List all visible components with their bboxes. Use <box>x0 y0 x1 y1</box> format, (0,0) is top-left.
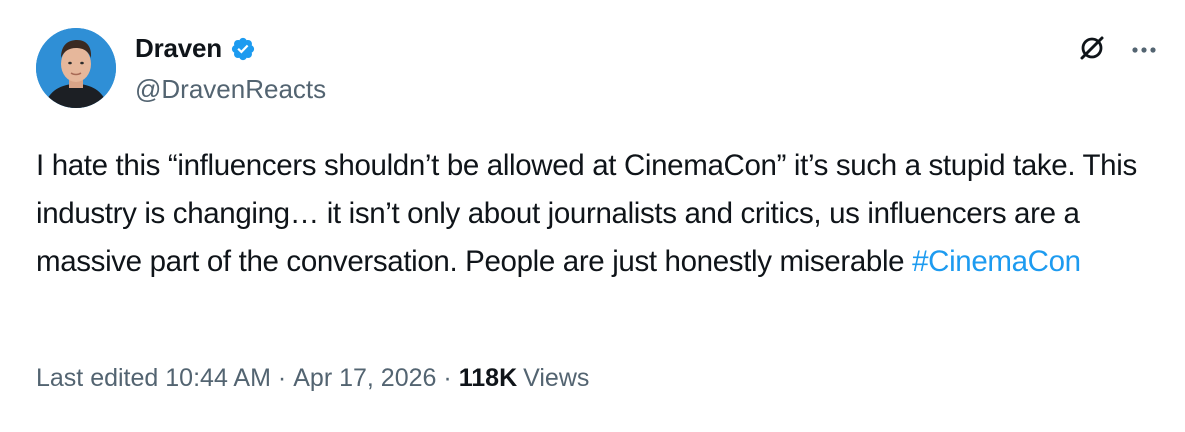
tweet-time[interactable]: 10:44 AM <box>165 364 271 393</box>
author-name-row: Draven <box>135 33 256 64</box>
grok-icon <box>1077 33 1107 68</box>
views-label: Views <box>523 364 590 392</box>
author-handle[interactable]: @DravenReacts <box>135 74 326 105</box>
tweet-date[interactable]: Apr 17, 2026 <box>293 364 436 393</box>
grok-button[interactable] <box>1072 30 1112 70</box>
edited-label[interactable]: Last edited <box>36 364 158 393</box>
avatar[interactable] <box>36 28 116 108</box>
views-count: 118K <box>458 364 518 392</box>
verified-badge-icon[interactable] <box>230 36 256 62</box>
more-icon <box>1131 41 1157 59</box>
meta-separator: · <box>443 364 452 392</box>
tweet-text: I hate this “influencers shouldn’t be al… <box>36 142 1156 286</box>
tweet-meta: Last edited 10:44 AM · Apr 17, 2026 · 11… <box>36 364 589 393</box>
author-display-name[interactable]: Draven <box>135 33 222 64</box>
hashtag-link[interactable]: #CinemaCon <box>912 245 1081 278</box>
meta-separator: · <box>277 364 287 392</box>
more-button[interactable] <box>1124 30 1164 70</box>
tweet-card: Draven @DravenReacts I hate this “influe… <box>0 0 1185 432</box>
